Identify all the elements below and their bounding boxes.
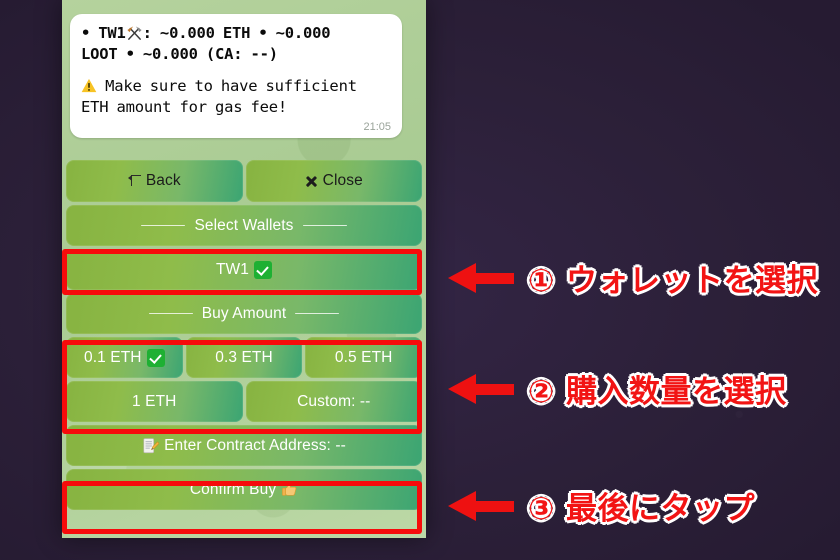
- keyboard-row-wallets: TW1: [66, 249, 422, 290]
- bubble-footer: 21:05: [81, 118, 391, 133]
- enter-contract-address-button[interactable]: Enter Contract Address: --: [66, 425, 422, 466]
- keyboard-row-amounts-1: 0.1 ETH 0.3 ETH 0.5 ETH: [66, 337, 423, 378]
- keyboard-row-select-wallets: Select Wallets: [66, 205, 422, 246]
- message-warning-line-1: Make sure to have sufficient: [81, 76, 391, 97]
- select-wallets-label: Select Wallets: [194, 216, 294, 234]
- keyboard-row-contract: Enter Contract Address: --: [66, 425, 422, 466]
- memo-icon: [142, 437, 160, 455]
- thumbs-up-icon: [281, 481, 298, 498]
- amount-0-5-eth-button[interactable]: 0.5 ETH: [305, 337, 423, 378]
- separator-dash-left: [148, 312, 193, 315]
- warning-text-1: Make sure to have sufficient: [105, 77, 357, 95]
- amount-0-3-eth-label: 0.3 ETH: [215, 348, 273, 366]
- bot-message-bubble: • TW1 : ~0.000 ETH • ~0.000 LOOT • ~0.00…: [70, 14, 402, 138]
- message-line-1: • TW1 : ~0.000 ETH • ~0.000: [81, 23, 391, 44]
- message-wallet-name: TW1: [98, 24, 126, 42]
- buy-amount-header[interactable]: Buy Amount: [66, 293, 422, 334]
- amount-custom-label: Custom: --: [297, 392, 371, 410]
- keyboard-row-confirm: Confirm Buy: [66, 469, 422, 510]
- annotation-step-2-text: ② 購入数量を選択: [528, 374, 787, 410]
- bullet-glyph: •: [81, 24, 99, 42]
- keyboard-row-buy-amount: Buy Amount: [66, 293, 422, 334]
- amount-0-5-eth-label: 0.5 ETH: [334, 348, 393, 366]
- wallet-tw1-label: TW1: [215, 260, 250, 278]
- hammer-and-pick-icon: [126, 25, 143, 42]
- warning-icon: [81, 78, 97, 93]
- keyboard-row-amounts-2: 1 ETH Custom: --: [66, 381, 422, 422]
- message-line-2: LOOT • ~0.000 (CA: --): [81, 45, 278, 63]
- buy-amount-label: Buy Amount: [201, 304, 287, 322]
- annotation-step-1-text: ① ウォレットを選択: [528, 263, 819, 299]
- confirm-buy-button[interactable]: Confirm Buy: [66, 469, 422, 510]
- left-arrow-icon: [448, 490, 514, 521]
- wallet-tw1-button[interactable]: TW1: [66, 249, 422, 290]
- telegram-chat-panel: • TW1 : ~0.000 ETH • ~0.000 LOOT • ~0.00…: [62, 0, 426, 538]
- amount-custom-button[interactable]: Custom: --: [245, 381, 422, 422]
- amount-0-1-eth-button[interactable]: 0.1 ETH: [66, 337, 183, 378]
- separator-dash-right: [295, 312, 340, 315]
- amount-1-eth-button[interactable]: 1 ETH: [66, 381, 243, 422]
- keyboard-row-nav: Back Close: [66, 160, 422, 202]
- left-arrow-icon: [448, 373, 514, 404]
- separator-dash-right: [302, 224, 347, 227]
- close-button[interactable]: Close: [245, 160, 422, 202]
- annotation-step-2: ② 購入数量を選択: [448, 366, 787, 411]
- separator-dash-left: [141, 224, 186, 227]
- back-button-label: Back: [145, 172, 181, 189]
- back-button[interactable]: Back: [66, 160, 243, 202]
- annotation-step-3: ③ 最後にタップ: [448, 483, 755, 528]
- enter-contract-address-label: Enter Contract Address: --: [164, 436, 346, 454]
- inline-keyboard: Back Close Select Wallets TW1 Buy Amount…: [66, 160, 423, 513]
- amount-0-3-eth-button[interactable]: 0.3 ETH: [185, 337, 303, 378]
- close-button-label: Close: [322, 172, 363, 189]
- annotation-step-1: ① ウォレットを選択: [448, 255, 818, 300]
- check-mark-icon: [254, 260, 273, 279]
- annotation-step-3-text: ③ 最後にタップ: [528, 491, 756, 527]
- amount-0-1-eth-label: 0.1 ETH: [84, 348, 142, 366]
- left-arrow-icon: [448, 262, 514, 293]
- amount-1-eth-label: 1 ETH: [132, 392, 177, 410]
- confirm-buy-label: Confirm Buy: [189, 480, 277, 498]
- back-arrow-icon: [127, 174, 141, 187]
- message-warning-line-2: ETH amount for gas fee!: [81, 98, 288, 116]
- select-wallets-header[interactable]: Select Wallets: [66, 205, 422, 246]
- close-x-icon: [305, 175, 318, 188]
- message-timestamp: 21:05: [363, 121, 391, 133]
- check-mark-icon: [146, 348, 165, 367]
- message-line-1-rest: : ~0.000 ETH • ~0.000: [142, 24, 331, 42]
